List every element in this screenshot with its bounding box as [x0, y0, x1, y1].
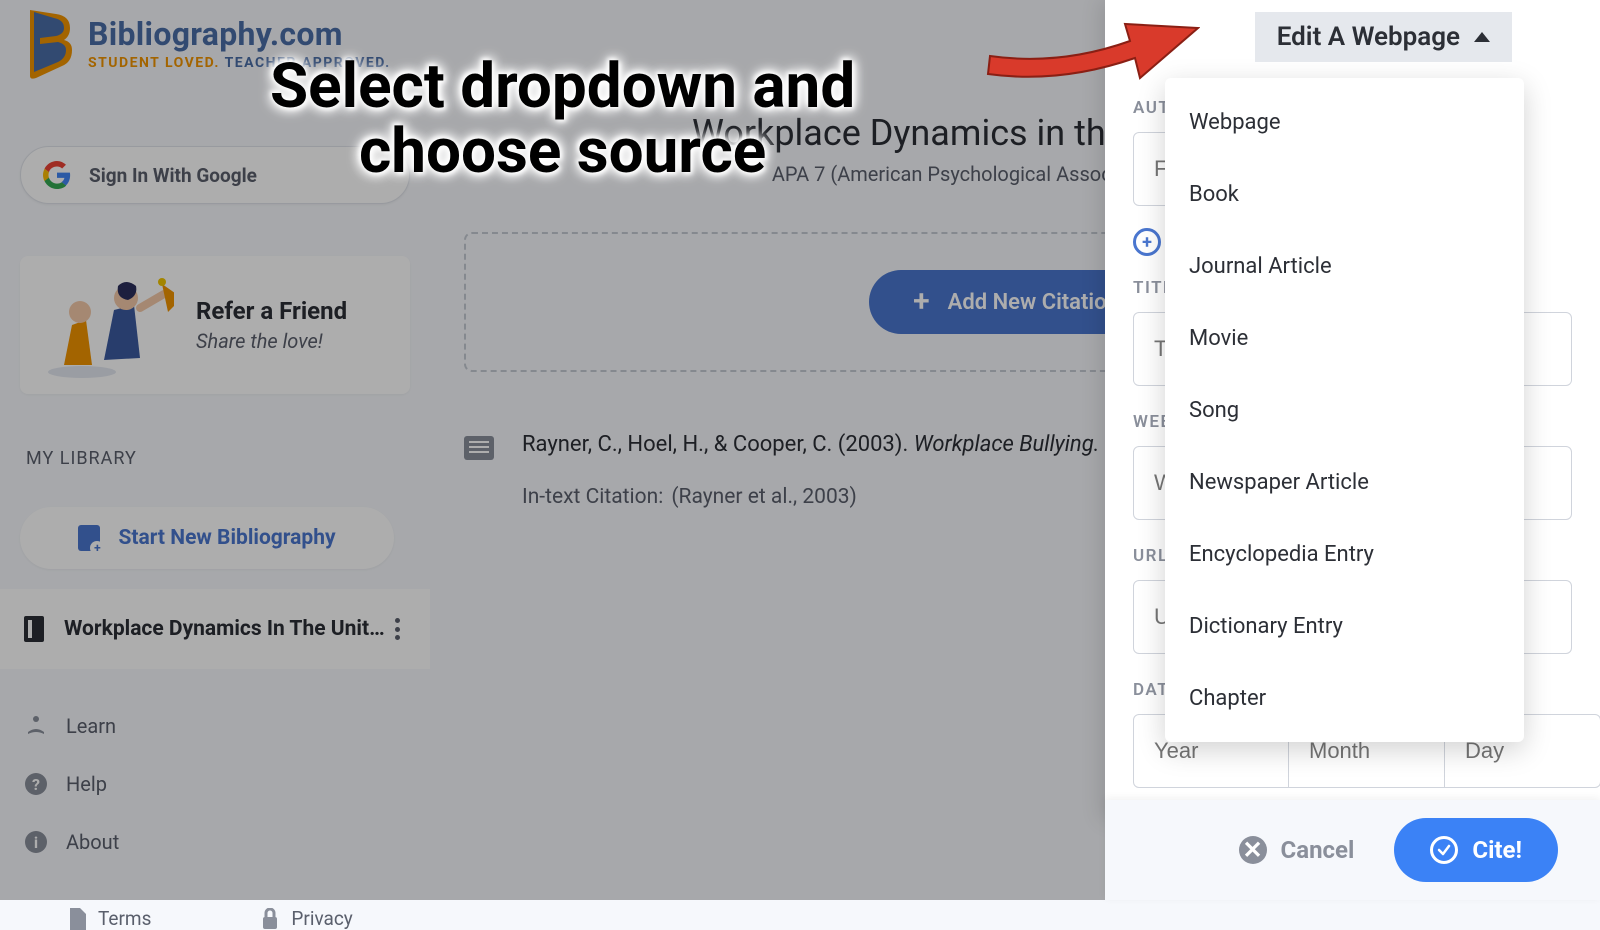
arrow-annotation — [980, 0, 1200, 96]
chevron-up-icon — [1474, 32, 1490, 42]
dropdown-item-newspaper-article[interactable]: Newspaper Article — [1165, 446, 1524, 518]
my-library-heading: MY LIBRARY — [26, 448, 410, 469]
google-signin-label: Sign In With Google — [89, 164, 257, 187]
edit-citation-panel: AUTHOR(S) ✕ + TITLE WEBSITE URL DATE PUB… — [1105, 0, 1600, 820]
plus-icon: + — [913, 287, 930, 317]
source-type-dropdown: Webpage Book Journal Article Movie Song … — [1165, 78, 1524, 742]
refer-title: Refer a Friend — [196, 297, 347, 325]
refer-subtitle: Share the love! — [196, 329, 347, 353]
start-new-bibliography-button[interactable]: Start New Bibliography — [20, 507, 394, 569]
check-circle-icon — [1430, 836, 1458, 864]
instruction-callout: Select dropdown and choose source — [270, 54, 855, 184]
panel-footer: ✕ Cancel Cite! — [1105, 800, 1600, 900]
info-icon: i — [24, 830, 48, 854]
dropdown-item-webpage[interactable]: Webpage — [1165, 86, 1524, 158]
nav-about[interactable]: i About — [20, 813, 410, 871]
dropdown-item-encyclopedia-entry[interactable]: Encyclopedia Entry — [1165, 518, 1524, 590]
cite-button[interactable]: Cite! — [1394, 818, 1558, 882]
library-item[interactable]: Workplace Dynamics In The United States — [0, 589, 430, 669]
add-citation-label: Add New Citation — [948, 290, 1119, 315]
citation-text: Rayner, C., Hoel, H., & Cooper, C. (2003… — [522, 432, 1099, 457]
in-text-citation: In-text Citation:(Rayner et al., 2003) — [522, 485, 1099, 509]
dropdown-item-dictionary-entry[interactable]: Dictionary Entry — [1165, 590, 1524, 662]
plus-circle-icon: + — [1133, 228, 1161, 256]
brand-name: Bibliography.com — [88, 15, 391, 53]
source-type-selector[interactable]: Edit A Webpage — [1255, 12, 1512, 62]
svg-text:i: i — [34, 833, 38, 852]
library-item-label: Workplace Dynamics In The United States — [64, 617, 388, 641]
close-circle-icon: ✕ — [1239, 836, 1267, 864]
help-icon: ? — [24, 772, 48, 796]
dropdown-item-chapter[interactable]: Chapter — [1165, 662, 1524, 734]
lock-icon — [261, 908, 279, 930]
nav-learn[interactable]: Learn — [20, 697, 410, 755]
svg-text:?: ? — [32, 775, 40, 794]
book-icon — [24, 616, 44, 642]
start-new-bibliography-label: Start New Bibliography — [118, 526, 335, 550]
refer-friend-card[interactable]: Refer a Friend Share the love! — [20, 256, 410, 394]
nav-help[interactable]: ? Help — [20, 755, 410, 813]
new-bibliography-icon — [78, 525, 100, 551]
citation-icon — [464, 436, 494, 460]
nav-terms[interactable]: Terms — [68, 907, 151, 930]
source-type-label: Edit A Webpage — [1277, 22, 1460, 52]
google-icon — [43, 161, 71, 189]
dropdown-item-book[interactable]: Book — [1165, 158, 1524, 230]
dropdown-item-journal-article[interactable]: Journal Article — [1165, 230, 1524, 302]
document-icon — [68, 908, 86, 930]
dropdown-item-movie[interactable]: Movie — [1165, 302, 1524, 374]
logo-mark — [22, 4, 74, 82]
cancel-button[interactable]: ✕ Cancel — [1239, 836, 1355, 864]
more-icon[interactable] — [388, 614, 406, 644]
learn-icon — [24, 714, 48, 738]
nav-privacy[interactable]: Privacy — [261, 907, 352, 930]
refer-illustration — [44, 270, 174, 380]
dropdown-item-song[interactable]: Song — [1165, 374, 1524, 446]
